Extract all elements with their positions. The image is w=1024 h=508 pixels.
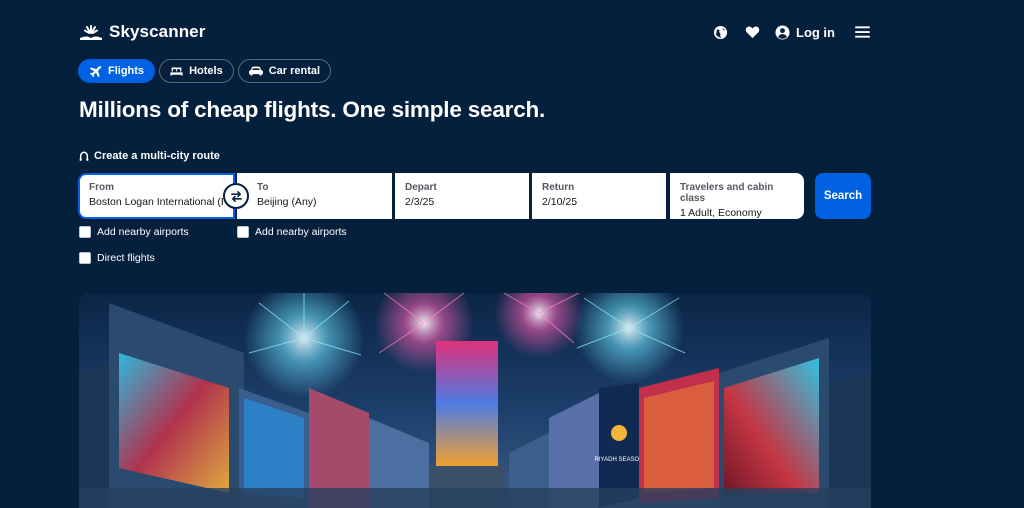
travelers-value[interactable]: 1 Adult, Economy	[680, 207, 794, 219]
bed-icon	[170, 66, 183, 76]
fireworks-city-hero-image: RIYADH SEASON	[79, 293, 871, 508]
travelers-label: Travelers and cabin class	[680, 182, 774, 204]
tab-car-rental-label: Car rental	[268, 65, 321, 77]
tab-hotels-label: Hotels	[189, 65, 223, 77]
globe-icon[interactable]	[711, 23, 729, 41]
sunrise-logo-icon	[80, 25, 102, 40]
search-button[interactable]: Search	[815, 173, 871, 219]
tab-flights-label: Flights	[108, 65, 145, 77]
from-value[interactable]: Boston Logan International (BOS)	[89, 196, 223, 208]
multicity-route-link[interactable]: Create a multi-city route	[79, 150, 220, 162]
hero-banner: RIYADH SEASON	[79, 293, 871, 508]
tab-hotels[interactable]: Hotels	[159, 59, 234, 83]
nearby-airports-to-checkbox[interactable]: Add nearby airports	[237, 226, 347, 238]
nearby-airports-to-label: Add nearby airports	[255, 226, 347, 238]
route-icon	[79, 151, 89, 161]
nearby-airports-from-checkbox[interactable]: Add nearby airports	[79, 226, 189, 238]
depart-date-field[interactable]: Depart 2/3/25	[395, 173, 529, 219]
from-field[interactable]: From Boston Logan International (BOS)	[78, 173, 235, 219]
checkbox-box[interactable]	[79, 252, 91, 264]
login-button[interactable]: Log in	[775, 25, 835, 40]
to-value[interactable]: Beijing (Any)	[257, 196, 382, 208]
header-actions: Log in	[711, 23, 871, 41]
tab-flights[interactable]: Flights	[78, 59, 156, 83]
top-navigation: Skyscanner Log in	[79, 18, 871, 46]
return-value[interactable]: 2/10/25	[542, 196, 656, 208]
user-circle-icon	[775, 24, 790, 40]
depart-label: Depart	[405, 182, 437, 193]
to-field[interactable]: To Beijing (Any)	[237, 173, 392, 219]
checkbox-box[interactable]	[237, 226, 249, 238]
direct-flights-label: Direct flights	[97, 252, 155, 264]
hamburger-menu-icon[interactable]	[853, 23, 871, 41]
return-label: Return	[542, 182, 575, 193]
riyadh-season-sign: RIYADH SEASON	[595, 457, 644, 463]
depart-value[interactable]: 2/3/25	[405, 196, 519, 208]
vertical-tabs: Flights Hotels Car rental	[78, 59, 332, 83]
login-label: Log in	[796, 24, 835, 40]
tab-car-rental[interactable]: Car rental	[237, 59, 332, 83]
direct-flights-checkbox[interactable]: Direct flights	[79, 252, 155, 264]
return-date-field[interactable]: Return 2/10/25	[532, 173, 666, 219]
flight-search-form: From Boston Logan International (BOS) To…	[78, 173, 871, 219]
car-icon	[248, 66, 263, 76]
heart-icon[interactable]	[743, 23, 761, 41]
travelers-cabin-field[interactable]: Travelers and cabin class 1 Adult, Econo…	[670, 173, 804, 219]
skyscanner-logo[interactable]: Skyscanner	[79, 22, 205, 42]
swap-arrows-icon[interactable]	[223, 183, 249, 209]
to-label: To	[257, 182, 269, 193]
from-label: From	[89, 182, 114, 193]
page-headline: Millions of cheap flights. One simple se…	[79, 97, 546, 122]
brand-name: Skyscanner	[109, 22, 206, 41]
nearby-airports-from-label: Add nearby airports	[97, 226, 189, 238]
plane-icon	[89, 65, 102, 77]
checkbox-box[interactable]	[79, 226, 91, 238]
multicity-label: Create a multi-city route	[94, 150, 220, 162]
